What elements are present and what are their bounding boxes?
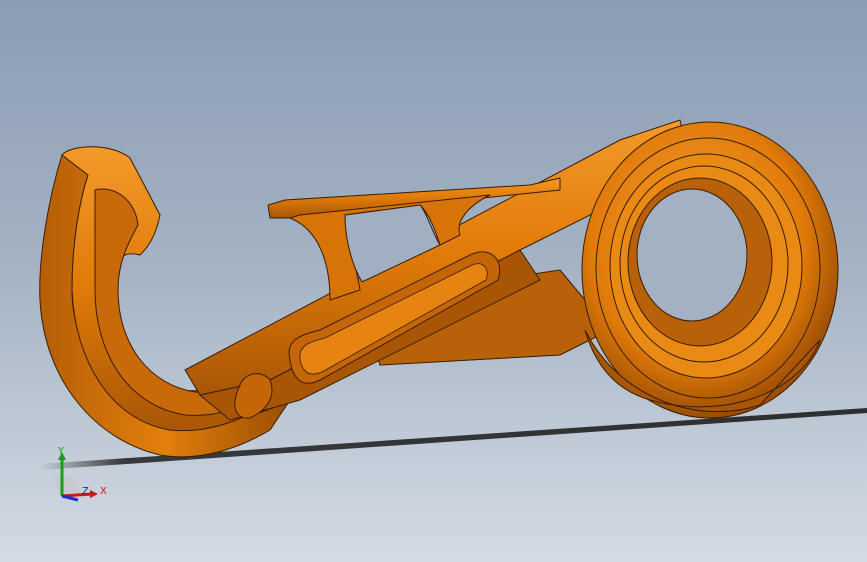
graphics-viewport[interactable]: Y Z X [0, 0, 867, 562]
eye-bore-hole [636, 188, 748, 322]
z-axis-label: Z [82, 486, 89, 497]
coordinate-triad[interactable]: Y Z X [40, 438, 120, 508]
x-axis-arrow [90, 490, 98, 498]
z-axis-line [61, 494, 79, 502]
hook-part-model[interactable] [0, 0, 867, 562]
x-axis-label: X [100, 486, 107, 497]
y-axis-label: Y [57, 446, 65, 457]
